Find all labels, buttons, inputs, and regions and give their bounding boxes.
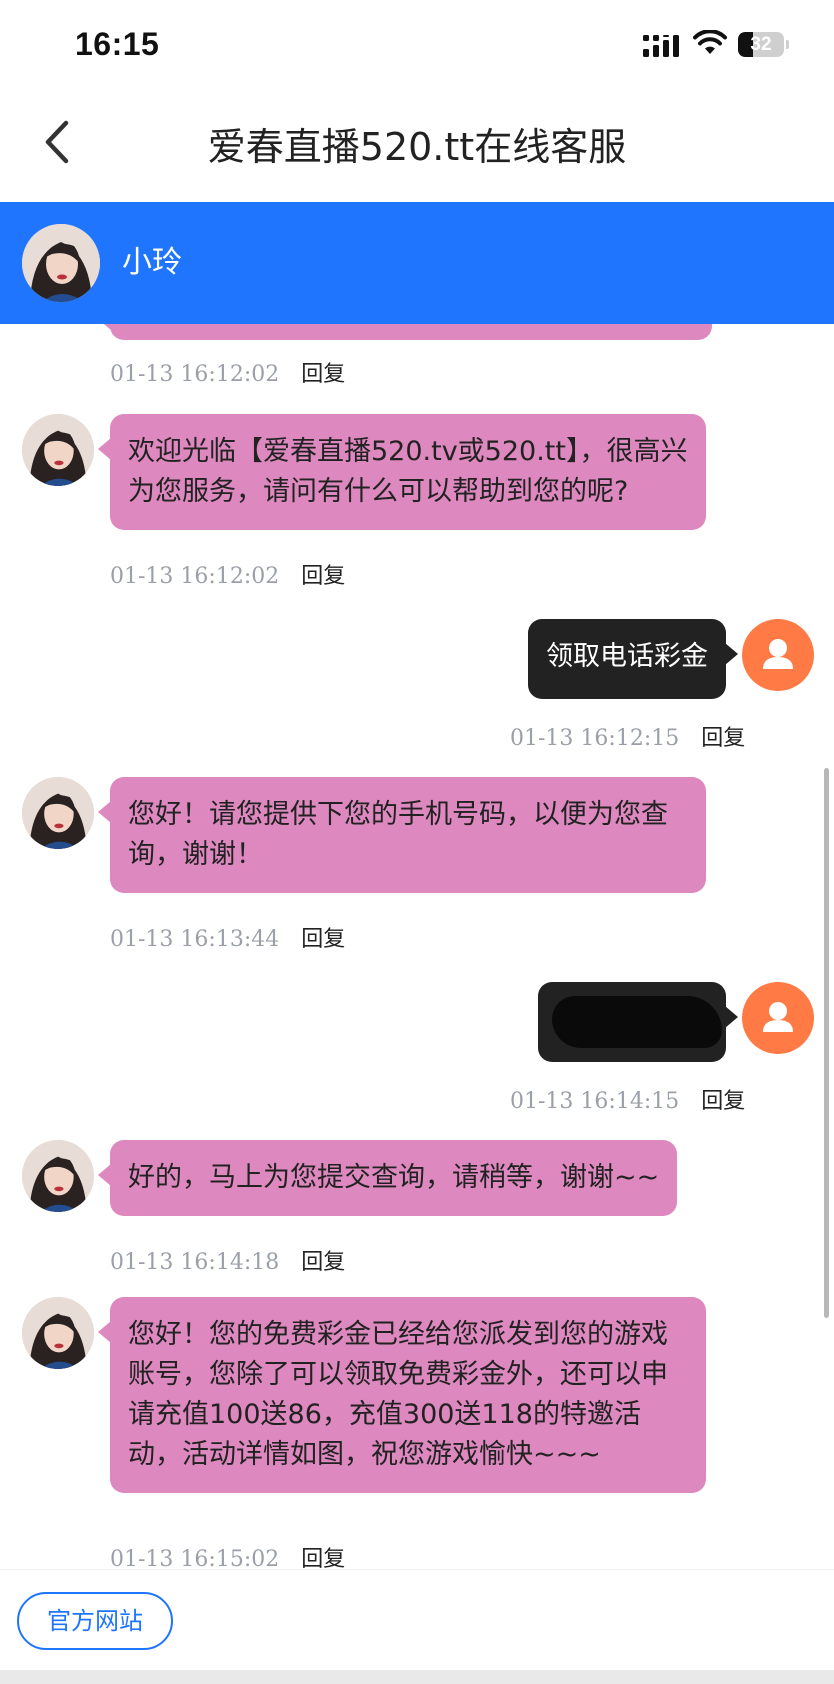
agent-header: 小玲 bbox=[0, 202, 834, 324]
scrollbar[interactable] bbox=[824, 768, 829, 1318]
home-indicator-area bbox=[0, 1670, 834, 1684]
reply-link[interactable]: 回复 bbox=[301, 1250, 345, 1275]
battery-indicator: 32 bbox=[738, 32, 790, 57]
agent-message-bubble bbox=[98, 324, 712, 340]
agent-avatar[interactable] bbox=[22, 224, 100, 302]
message-timestamp: 01-13 16:13:44 bbox=[110, 927, 280, 952]
message-timestamp: 01-13 16:14:18 bbox=[110, 1250, 280, 1275]
message-timestamp: 01-13 16:12:02 bbox=[110, 362, 280, 387]
message-timestamp: 01-13 16:12:15 bbox=[510, 726, 680, 751]
message-meta: 01-13 16:12:02 回复 bbox=[110, 356, 345, 388]
agent-name: 小玲 bbox=[122, 245, 182, 280]
reply-link[interactable]: 回复 bbox=[301, 564, 345, 589]
status-bar: 16:15 32 bbox=[0, 0, 834, 92]
reply-link[interactable]: 回复 bbox=[701, 726, 745, 751]
battery-level-text: 32 bbox=[750, 34, 772, 55]
user-avatar bbox=[742, 619, 814, 691]
agent-avatar bbox=[22, 1297, 94, 1369]
agent-avatar bbox=[22, 414, 94, 486]
agent-avatar bbox=[22, 1140, 94, 1212]
agent-message-bubble: 您好！您的免费彩金已经给您派发到您的游戏账号，您除了可以领取免费彩金外，还可以申… bbox=[98, 1297, 706, 1493]
footer: 官方网站 bbox=[0, 1569, 834, 1671]
page-title: 爱春直播520.tt在线客服 bbox=[207, 125, 627, 169]
reply-link[interactable]: 回复 bbox=[301, 927, 345, 952]
reply-link[interactable]: 回复 bbox=[301, 1547, 345, 1569]
agent-message-bubble: 好的，马上为您提交查询，请稍等，谢谢~~ bbox=[97, 1140, 678, 1216]
message-timestamp: 01-13 16:14:15 bbox=[510, 1089, 680, 1114]
official-site-button[interactable]: 官方网站 bbox=[17, 1592, 173, 1650]
reply-link[interactable]: 回复 bbox=[701, 1089, 745, 1114]
chat-messages[interactable]: 01-13 16:12:02 回复 欢迎光临【爱春直播520.tv或520.tt】… bbox=[0, 324, 834, 1569]
agent-message-bubble: 欢迎光临【爱春直播520.tv或520.tt】，很高兴为您服务，请问有什么可以帮… bbox=[98, 414, 706, 530]
agent-avatar bbox=[22, 777, 94, 849]
message-meta: 01-13 16:15:02 回复 bbox=[110, 1541, 345, 1569]
wifi-icon bbox=[693, 30, 727, 54]
reply-link[interactable]: 回复 bbox=[301, 362, 345, 387]
message-meta: 01-13 16:14:15 回复 bbox=[510, 1083, 745, 1115]
user-message-bubble: 领取电话彩金 bbox=[528, 619, 738, 699]
status-time: 16:15 bbox=[75, 26, 160, 62]
message-meta: 01-13 16:13:44 回复 bbox=[110, 921, 345, 953]
message-timestamp: 01-13 16:12:02 bbox=[110, 564, 280, 589]
signal-icon bbox=[643, 35, 679, 57]
message-meta: 01-13 16:14:18 回复 bbox=[110, 1244, 345, 1276]
message-meta: 01-13 16:12:15 回复 bbox=[510, 720, 745, 752]
agent-message-bubble: 您好！请您提供下您的手机号码，以便为您查询，谢谢！ bbox=[98, 777, 706, 893]
redaction-mark bbox=[552, 996, 722, 1048]
user-message-bubble-redacted bbox=[538, 982, 738, 1062]
message-timestamp: 01-13 16:15:02 bbox=[110, 1547, 280, 1569]
user-avatar bbox=[742, 982, 814, 1054]
back-chevron-icon[interactable] bbox=[38, 117, 74, 167]
nav-bar: 爱春直播520.tt在线客服 bbox=[0, 92, 834, 202]
message-meta: 01-13 16:12:02 回复 bbox=[110, 558, 345, 590]
